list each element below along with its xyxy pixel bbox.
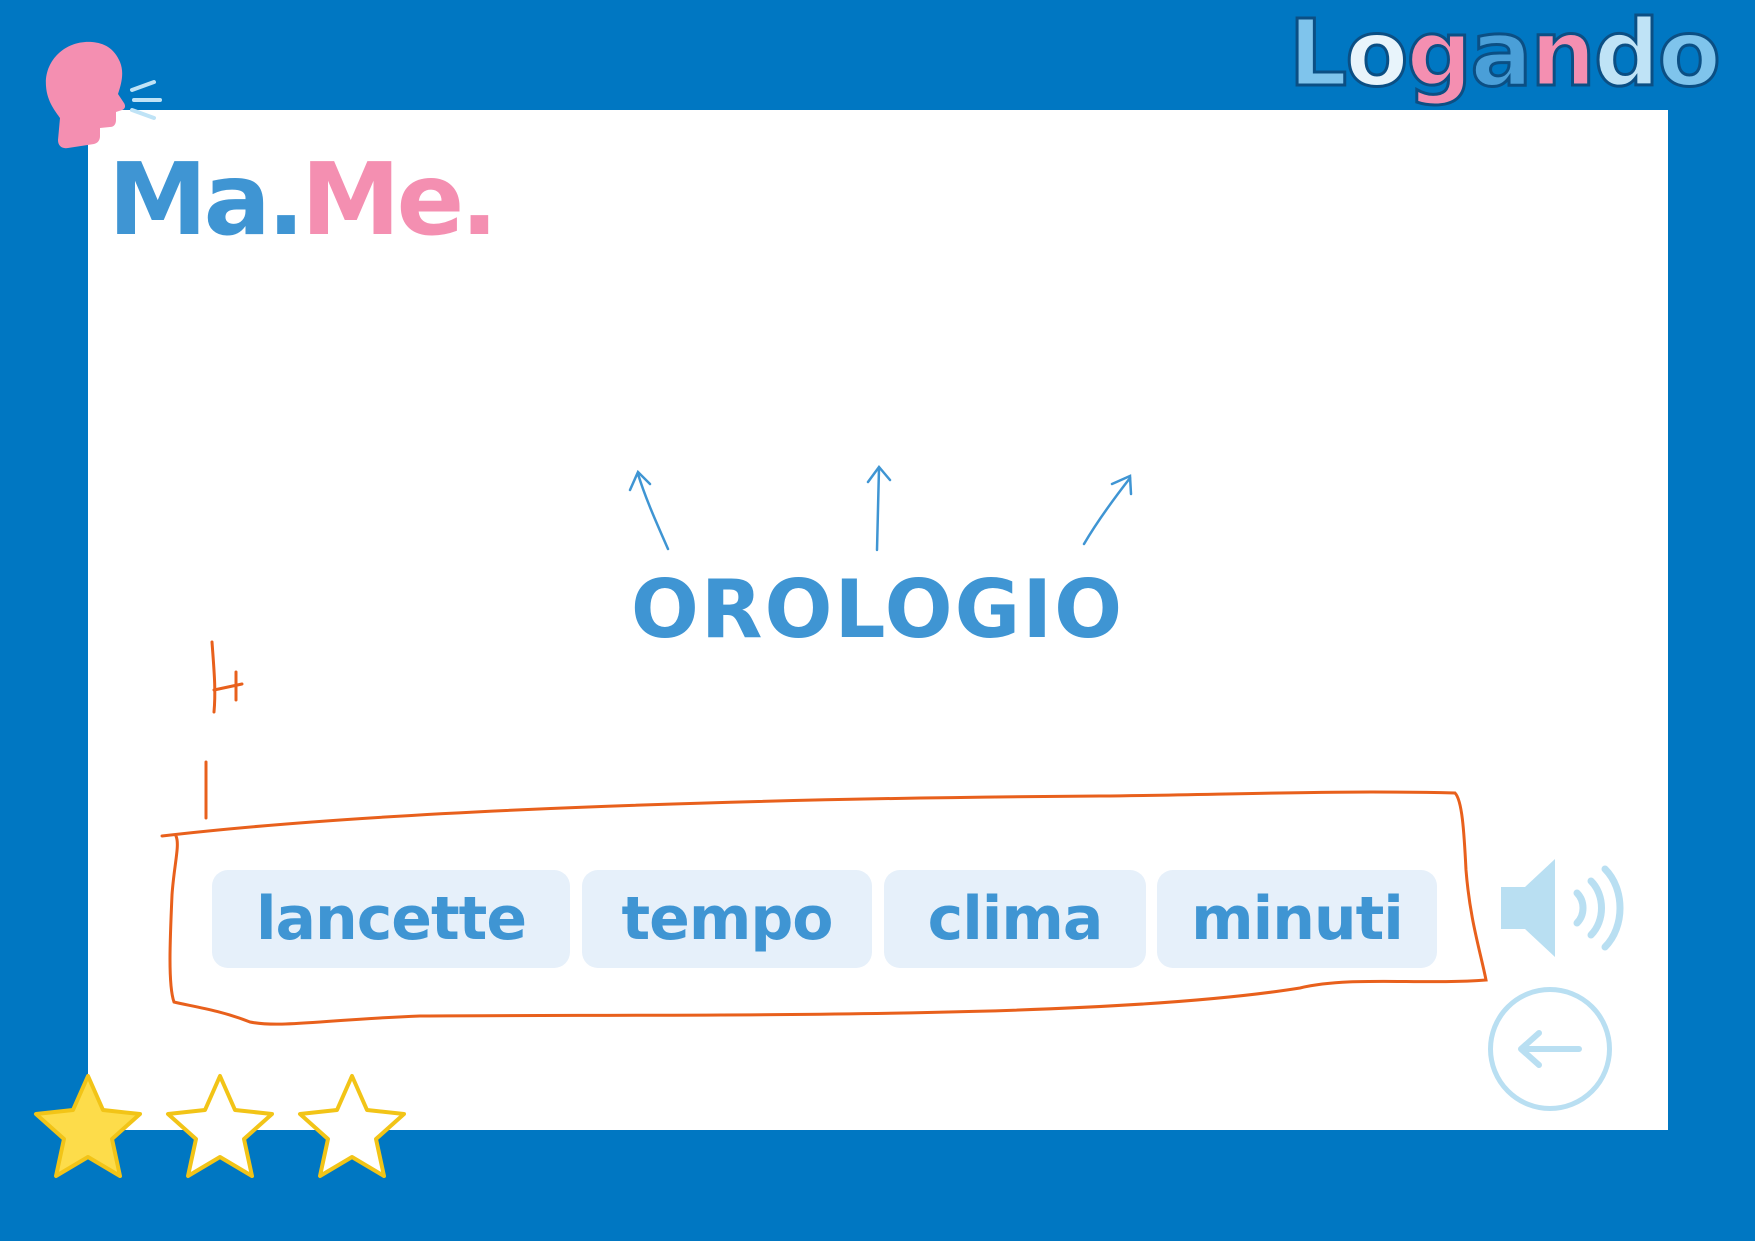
target-word: OROLOGIO <box>630 563 1125 656</box>
star-empty-icon <box>166 1074 274 1178</box>
option-clima[interactable]: clima <box>884 870 1146 968</box>
brand-logo: Logando <box>1287 6 1722 101</box>
brand-letter: L <box>1287 0 1349 107</box>
brand-letter: g <box>1405 0 1474 107</box>
title-part-ma: Ma. <box>108 141 305 258</box>
speaking-head-icon <box>45 41 162 149</box>
speaker-icon[interactable] <box>1495 853 1630 963</box>
star-filled-icon <box>34 1074 142 1178</box>
title-part-me: Me. <box>300 141 498 258</box>
arrow-left-icon <box>1518 1030 1582 1068</box>
brand-letter: a <box>1469 0 1534 107</box>
brand-letter: d <box>1592 0 1661 107</box>
page-title: Ma.Me. <box>108 150 498 250</box>
option-tempo[interactable]: tempo <box>582 870 872 968</box>
option-minuti[interactable]: minuti <box>1157 870 1437 968</box>
option-lancette[interactable]: lancette <box>212 870 570 968</box>
brand-letter: o <box>1656 0 1722 107</box>
brand-letter: n <box>1529 0 1597 107</box>
brand-letter: o <box>1344 0 1410 107</box>
back-button[interactable] <box>1488 987 1612 1111</box>
star-empty-icon <box>298 1074 406 1178</box>
